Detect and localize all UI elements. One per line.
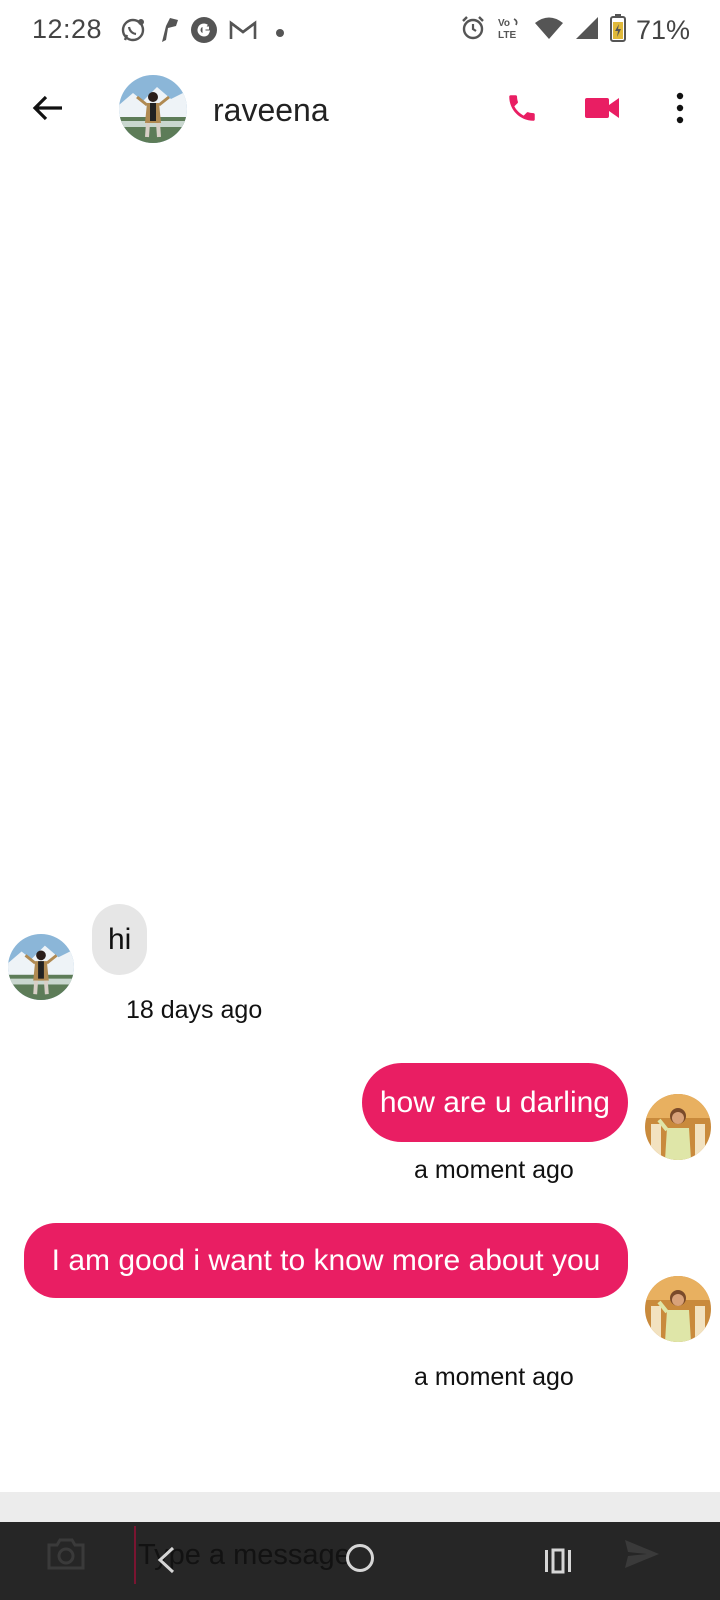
message-bubble-outgoing[interactable]: I am good i want to know more about you bbox=[24, 1223, 628, 1298]
status-bar: 12:28 Vo LTE 71% bbox=[0, 0, 720, 62]
composer-divider bbox=[0, 1492, 720, 1522]
tools-icon bbox=[156, 16, 180, 49]
arrow-left-icon bbox=[32, 95, 62, 121]
my-avatar bbox=[645, 1094, 711, 1160]
svg-text:LTE: LTE bbox=[498, 30, 516, 41]
google-icon bbox=[190, 16, 218, 49]
chevron-left-icon bbox=[157, 1546, 175, 1574]
alarm-icon bbox=[460, 15, 486, 46]
voice-call-button[interactable] bbox=[500, 86, 544, 130]
video-camera-icon bbox=[585, 98, 619, 118]
more-options-button[interactable] bbox=[660, 86, 700, 130]
send-icon bbox=[625, 1540, 659, 1568]
signal-icon bbox=[574, 16, 600, 45]
message-timestamp: a moment ago bbox=[414, 1363, 574, 1391]
recents-icon bbox=[545, 1548, 571, 1574]
camera-button[interactable] bbox=[44, 1534, 88, 1574]
gmail-icon bbox=[228, 18, 258, 47]
battery-icon bbox=[609, 14, 626, 47]
sender-avatar bbox=[8, 934, 74, 1000]
battery-percentage: 71% bbox=[635, 15, 690, 45]
chat-header: raveena bbox=[0, 66, 720, 156]
contact-name[interactable]: raveena bbox=[213, 92, 329, 129]
camera-icon bbox=[47, 1538, 85, 1570]
more-notifications-icon bbox=[276, 28, 284, 37]
message-timestamp: a moment ago bbox=[414, 1156, 574, 1184]
message-bubble-outgoing[interactable]: how are u darling bbox=[361, 1063, 628, 1142]
message-bubble-incoming[interactable]: hi bbox=[92, 904, 148, 975]
status-time: 12:28 bbox=[32, 14, 103, 44]
back-button[interactable] bbox=[26, 86, 70, 130]
message-timestamp: 18 days ago bbox=[126, 996, 263, 1024]
wifi-icon bbox=[534, 16, 564, 45]
more-vertical-icon bbox=[676, 92, 684, 124]
notification-icons bbox=[120, 16, 284, 49]
system-recents-button[interactable] bbox=[542, 1546, 574, 1576]
send-button[interactable] bbox=[620, 1534, 664, 1574]
svg-text:Vo: Vo bbox=[498, 18, 510, 29]
video-call-button[interactable] bbox=[578, 86, 626, 130]
system-indicators: Vo LTE 71% bbox=[460, 14, 690, 47]
phone-icon bbox=[509, 95, 535, 121]
contact-avatar[interactable] bbox=[119, 75, 187, 143]
volte-icon: Vo LTE bbox=[496, 15, 524, 46]
my-avatar bbox=[645, 1276, 711, 1342]
system-home-button[interactable] bbox=[346, 1544, 374, 1572]
message-input[interactable] bbox=[134, 1526, 554, 1584]
whatsapp-icon bbox=[120, 17, 146, 48]
system-back-button[interactable] bbox=[150, 1542, 182, 1578]
